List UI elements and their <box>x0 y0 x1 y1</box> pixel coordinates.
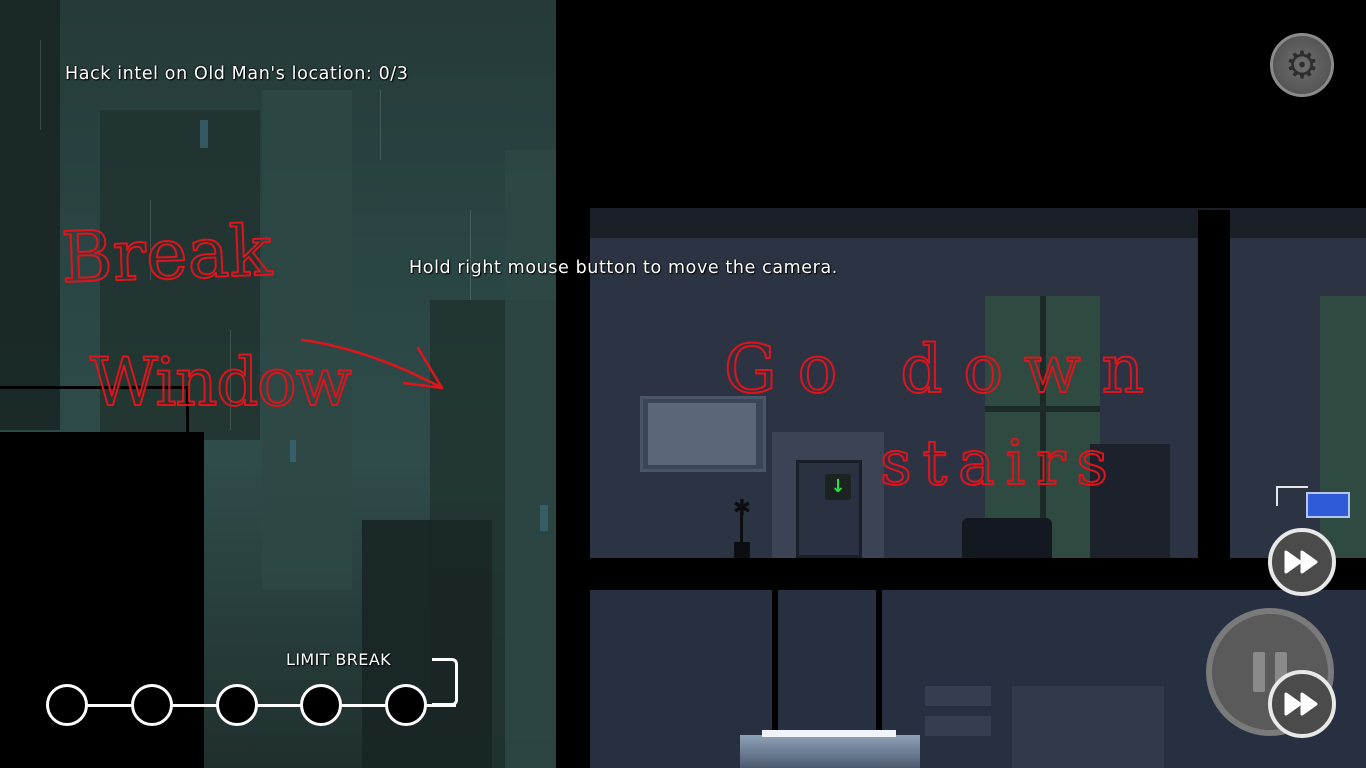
annotation-stairs: stairs <box>880 426 1108 499</box>
settings-button[interactable]: ⚙ <box>1270 33 1334 97</box>
limit-break-slot <box>385 684 427 726</box>
limit-break-bracket <box>432 658 458 706</box>
game-scene[interactable]: ↓ ✱ Break Window Go down stairs Hack int… <box>0 0 1366 768</box>
fast-forward-button[interactable] <box>1268 528 1336 596</box>
annotation-window: Window <box>90 344 352 421</box>
fast-forward-icon <box>1284 692 1318 716</box>
limit-break-slot <box>46 684 88 726</box>
annotation-go-down: Go down <box>724 331 1144 408</box>
limit-break-label: LIMIT BREAK <box>286 650 392 669</box>
limit-break-slot <box>216 684 258 726</box>
camera-hint-text: Hold right mouse button to move the came… <box>409 258 838 278</box>
objective-text: Hack intel on Old Man's location: 0/3 <box>65 64 409 84</box>
fast-forward-icon <box>1284 550 1318 574</box>
gear-icon: ⚙ <box>1284 43 1320 87</box>
limit-break-slot <box>300 684 342 726</box>
hand-annotation-layer: Break Window Go down stairs <box>59 209 1145 500</box>
limit-break-slot <box>131 684 173 726</box>
annotation-break: Break <box>60 210 274 299</box>
fast-forward-button-2[interactable] <box>1268 670 1336 738</box>
